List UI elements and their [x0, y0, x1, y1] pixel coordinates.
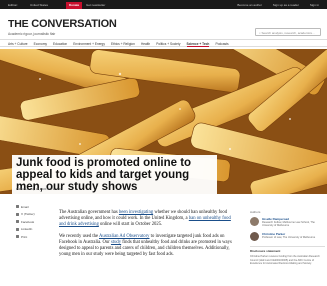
authors-label: Authors: [250, 210, 261, 214]
x-twitter-icon: [16, 212, 19, 216]
disclosure-title: Disclosure statement: [250, 246, 325, 253]
share-print[interactable]: Print: [16, 233, 35, 241]
edition-label: Edition:: [8, 3, 19, 7]
logo-main: CONVERSATION: [31, 18, 117, 30]
disclosure-text: Christine Parker receives funding from t…: [250, 255, 320, 265]
site-tagline: Academic rigour, journalistic flair: [8, 32, 56, 36]
share-facebook[interactable]: Facebook: [16, 218, 35, 226]
print-icon: [16, 235, 19, 239]
signup-link[interactable]: Sign up as a reader: [273, 3, 299, 7]
share-twitter[interactable]: X (Twitter): [16, 211, 35, 219]
masthead: THE CONVERSATION Academic rigour, journa…: [0, 9, 327, 39]
facebook-icon: [16, 220, 19, 224]
email-icon: [16, 205, 19, 209]
site-logo[interactable]: THE CONVERSATION: [8, 18, 117, 30]
author-role: Professor of Law, The University of Melb…: [262, 236, 316, 240]
article-sidebar: Authors Giselle Rampersad Research Fello…: [250, 210, 325, 265]
nav-item-education[interactable]: Education: [53, 42, 67, 46]
share-email[interactable]: Email: [16, 203, 35, 211]
nav-item-economy[interactable]: Economy: [34, 42, 47, 46]
top-utility-bar: Edition: United States Donate Get newsle…: [0, 0, 327, 9]
nav-item-politics[interactable]: Politics + Society: [156, 42, 180, 46]
search-input[interactable]: ⌕ Search analysis, research, academics..…: [255, 28, 321, 36]
search-placeholder: Search analysis, research, academics...: [261, 31, 315, 35]
nav-item-health[interactable]: Health: [141, 42, 150, 46]
account-links: Become an author Sign up as a reader Sig…: [227, 3, 319, 7]
newsletter-link[interactable]: Get newsletter: [86, 3, 105, 7]
nav-item-science-tech[interactable]: Science + Tech: [186, 42, 210, 47]
donate-button[interactable]: Donate: [66, 1, 83, 9]
edition-selector[interactable]: United States: [30, 3, 48, 7]
nav-item-environment[interactable]: Environment + Energy: [73, 42, 105, 46]
article-paragraph: The Australian government has been inves…: [59, 210, 231, 228]
nav-item-podcasts[interactable]: Podcasts: [215, 42, 228, 46]
become-author-link[interactable]: Become an author: [237, 3, 262, 7]
nav-item-ethics[interactable]: Ethics + Religion: [111, 42, 135, 46]
signin-link[interactable]: Sign in: [310, 3, 319, 7]
avatar: [250, 232, 259, 242]
article-body: The Australian government has been inves…: [59, 210, 237, 263]
share-column: Email X (Twitter) Facebook LinkedIn Prin…: [16, 203, 35, 241]
article-paragraph: We recently used the Australian Ad Obser…: [59, 233, 232, 258]
logo-the: THE: [8, 18, 29, 30]
author-card[interactable]: Christine Parker Professor of Law, The U…: [250, 232, 325, 242]
category-nav: Arts + Culture Economy Education Environ…: [0, 39, 327, 47]
author-role: Research Fellow, Melbourne Law School, T…: [262, 221, 315, 228]
article-link[interactable]: Australian Ad Observatory: [99, 234, 150, 239]
nav-item-arts[interactable]: Arts + Culture: [8, 42, 28, 46]
article-link[interactable]: been investigating: [119, 210, 153, 215]
avatar: [250, 217, 259, 226]
article-link[interactable]: study: [111, 240, 121, 245]
linkedin-icon: [16, 227, 19, 231]
publish-date: Published: July 13, 2024 3:07am EDT: [16, 187, 63, 191]
author-card[interactable]: Giselle Rampersad Research Fellow, Melbo…: [250, 217, 325, 227]
share-linkedin[interactable]: LinkedIn: [16, 226, 35, 234]
